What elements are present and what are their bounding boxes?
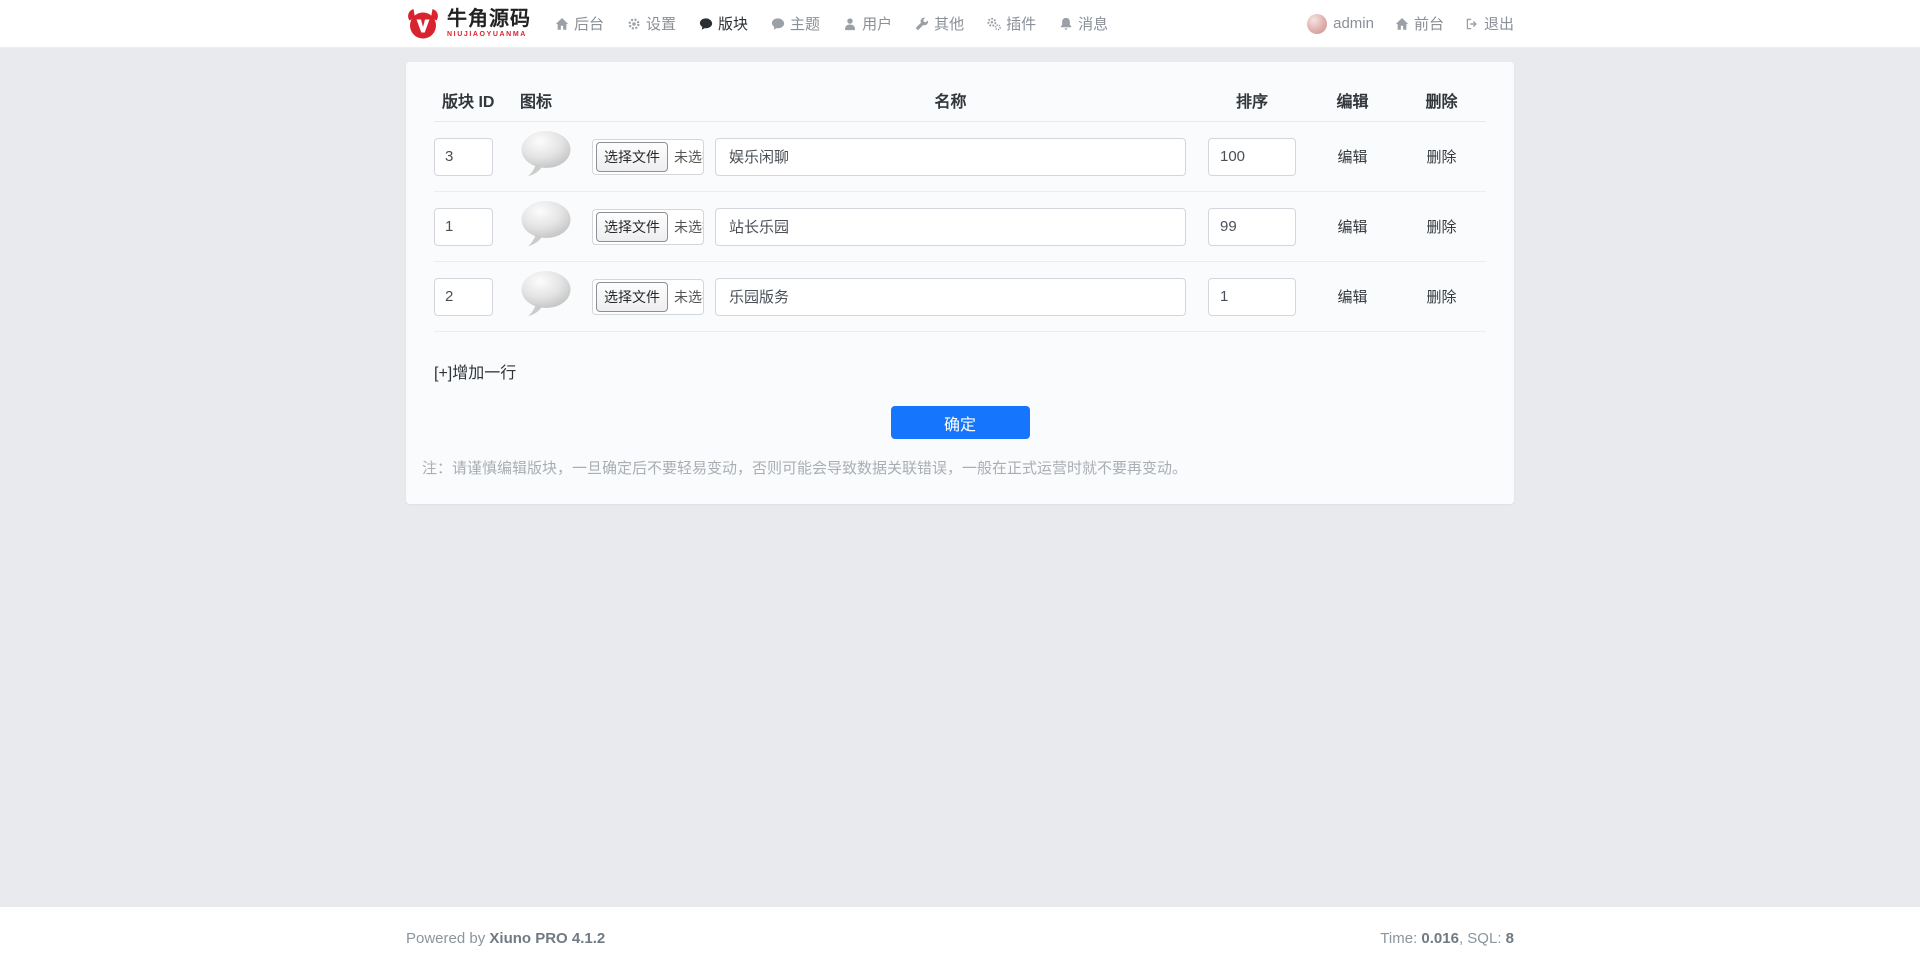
board-id-input[interactable]	[434, 208, 493, 246]
nav-item-settings[interactable]: 设置	[627, 13, 676, 34]
product-version: Xiuno PRO 4.1.2	[489, 930, 605, 947]
bell-icon	[1059, 17, 1073, 31]
header-edit: 编辑	[1308, 88, 1397, 112]
nav-right: admin 前台 退出	[1307, 13, 1514, 34]
row-edit-link[interactable]: 编辑	[1337, 149, 1367, 166]
file-status-text: 未选择任何文件	[674, 217, 704, 237]
nav-label: 后台	[574, 13, 604, 34]
board-bubble-icon	[520, 200, 572, 248]
home-icon	[555, 17, 569, 31]
nav-label: 退出	[1484, 13, 1514, 34]
page-footer: Powered by Xiuno PRO 4.1.2 Time: 0.016, …	[0, 907, 1920, 969]
nav-item-backend[interactable]: 后台	[555, 13, 604, 34]
sql-label: , SQL:	[1459, 930, 1506, 947]
powered-by: Powered by Xiuno PRO 4.1.2	[406, 930, 605, 947]
nav-item-frontend[interactable]: 前台	[1395, 13, 1444, 34]
home-icon	[1395, 17, 1409, 31]
user-icon	[843, 17, 857, 31]
board-order-input[interactable]	[1208, 138, 1296, 176]
board-bubble-icon	[520, 130, 572, 178]
nav-label: 消息	[1078, 13, 1108, 34]
logout-icon	[1465, 17, 1479, 31]
submit-button[interactable]: 确定	[891, 406, 1030, 439]
main-nav: 后台 设置 版块 主题 用户	[555, 13, 1108, 34]
board-name-input[interactable]	[715, 278, 1186, 316]
row-delete-link[interactable]: 删除	[1426, 289, 1456, 306]
comment-icon	[771, 17, 785, 31]
perf-stats: Time: 0.016, SQL: 8	[1380, 930, 1514, 947]
nav-item-messages[interactable]: 消息	[1059, 13, 1108, 34]
board-id-input[interactable]	[434, 278, 493, 316]
row-edit-link[interactable]: 编辑	[1337, 219, 1367, 236]
username: admin	[1333, 15, 1374, 32]
header-name: 名称	[715, 88, 1208, 112]
file-status-text: 未选择任何文件	[674, 147, 704, 167]
cogs-icon	[987, 17, 1001, 31]
board-name-input[interactable]	[715, 208, 1186, 246]
choose-file-button[interactable]: 选择文件	[596, 212, 668, 242]
file-status-text: 未选择任何文件	[674, 287, 704, 307]
board-name-input[interactable]	[715, 138, 1186, 176]
nav-label: 用户	[862, 13, 892, 34]
board-edit-card: 版块 ID 图标 名称 排序 编辑 删除	[406, 62, 1514, 504]
nav-label: 主题	[790, 13, 820, 34]
nav-item-plugins[interactable]: 插件	[987, 13, 1036, 34]
brand-logo[interactable]: 牛角源码 NIUJIAOYUANMA	[406, 9, 531, 39]
board-id-input[interactable]	[434, 138, 493, 176]
choose-file-button[interactable]: 选择文件	[596, 142, 668, 172]
header-delete: 删除	[1397, 88, 1486, 112]
wrench-icon	[915, 17, 929, 31]
page: 牛角源码 NIUJIAOYUANMA 后台 设置 版块	[0, 0, 1920, 969]
row-delete-link[interactable]: 删除	[1426, 219, 1456, 236]
board-order-input[interactable]	[1208, 278, 1296, 316]
add-row-link[interactable]: [+]增加一行	[434, 359, 516, 383]
icon-file-input[interactable]: 选择文件 未选择任何文件	[592, 139, 704, 175]
brand-subtitle: NIUJIAOYUANMA	[447, 31, 531, 38]
powered-prefix: Powered by	[406, 930, 489, 947]
nav-item-logout[interactable]: 退出	[1465, 13, 1514, 34]
table-row: 选择文件 未选择任何文件 编辑 删除	[434, 192, 1486, 262]
header-icon: 图标	[520, 88, 592, 112]
comment-icon	[699, 17, 713, 31]
row-edit-link[interactable]: 编辑	[1337, 289, 1367, 306]
time-value: 0.016	[1421, 930, 1459, 947]
nav-label: 其他	[934, 13, 964, 34]
time-label: Time:	[1380, 930, 1421, 947]
header-board-id: 版块 ID	[434, 88, 520, 112]
nav-item-themes[interactable]: 主题	[771, 13, 820, 34]
sql-value: 8	[1506, 930, 1514, 947]
nav-label: 版块	[718, 13, 748, 34]
nav-user[interactable]: admin	[1307, 14, 1374, 34]
nav-label: 前台	[1414, 13, 1444, 34]
row-delete-link[interactable]: 删除	[1426, 149, 1456, 166]
top-navbar: 牛角源码 NIUJIAOYUANMA 后台 设置 版块	[0, 0, 1920, 48]
icon-file-input[interactable]: 选择文件 未选择任何文件	[592, 279, 704, 315]
choose-file-button[interactable]: 选择文件	[596, 282, 668, 312]
nav-label: 插件	[1006, 13, 1036, 34]
main-area: 版块 ID 图标 名称 排序 编辑 删除	[0, 48, 1920, 907]
caution-note: 注：请谨慎编辑版块，一旦确定后不要轻易变动，否则可能会导致数据关联错误，一般在正…	[422, 457, 1498, 478]
board-order-input[interactable]	[1208, 208, 1296, 246]
brand-bull-icon	[406, 9, 440, 39]
user-avatar	[1307, 14, 1327, 34]
icon-file-input[interactable]: 选择文件 未选择任何文件	[592, 209, 704, 245]
board-bubble-icon	[520, 270, 572, 318]
gear-icon	[627, 17, 641, 31]
nav-item-other[interactable]: 其他	[915, 13, 964, 34]
table-header: 版块 ID 图标 名称 排序 编辑 删除	[434, 62, 1486, 122]
nav-item-boards[interactable]: 版块	[699, 13, 748, 34]
table-row: 选择文件 未选择任何文件 编辑 删除	[434, 122, 1486, 192]
table-row: 选择文件 未选择任何文件 编辑 删除	[434, 262, 1486, 332]
brand-title: 牛角源码	[447, 9, 531, 29]
header-order: 排序	[1208, 88, 1308, 112]
nav-label: 设置	[646, 13, 676, 34]
nav-item-users[interactable]: 用户	[843, 13, 892, 34]
